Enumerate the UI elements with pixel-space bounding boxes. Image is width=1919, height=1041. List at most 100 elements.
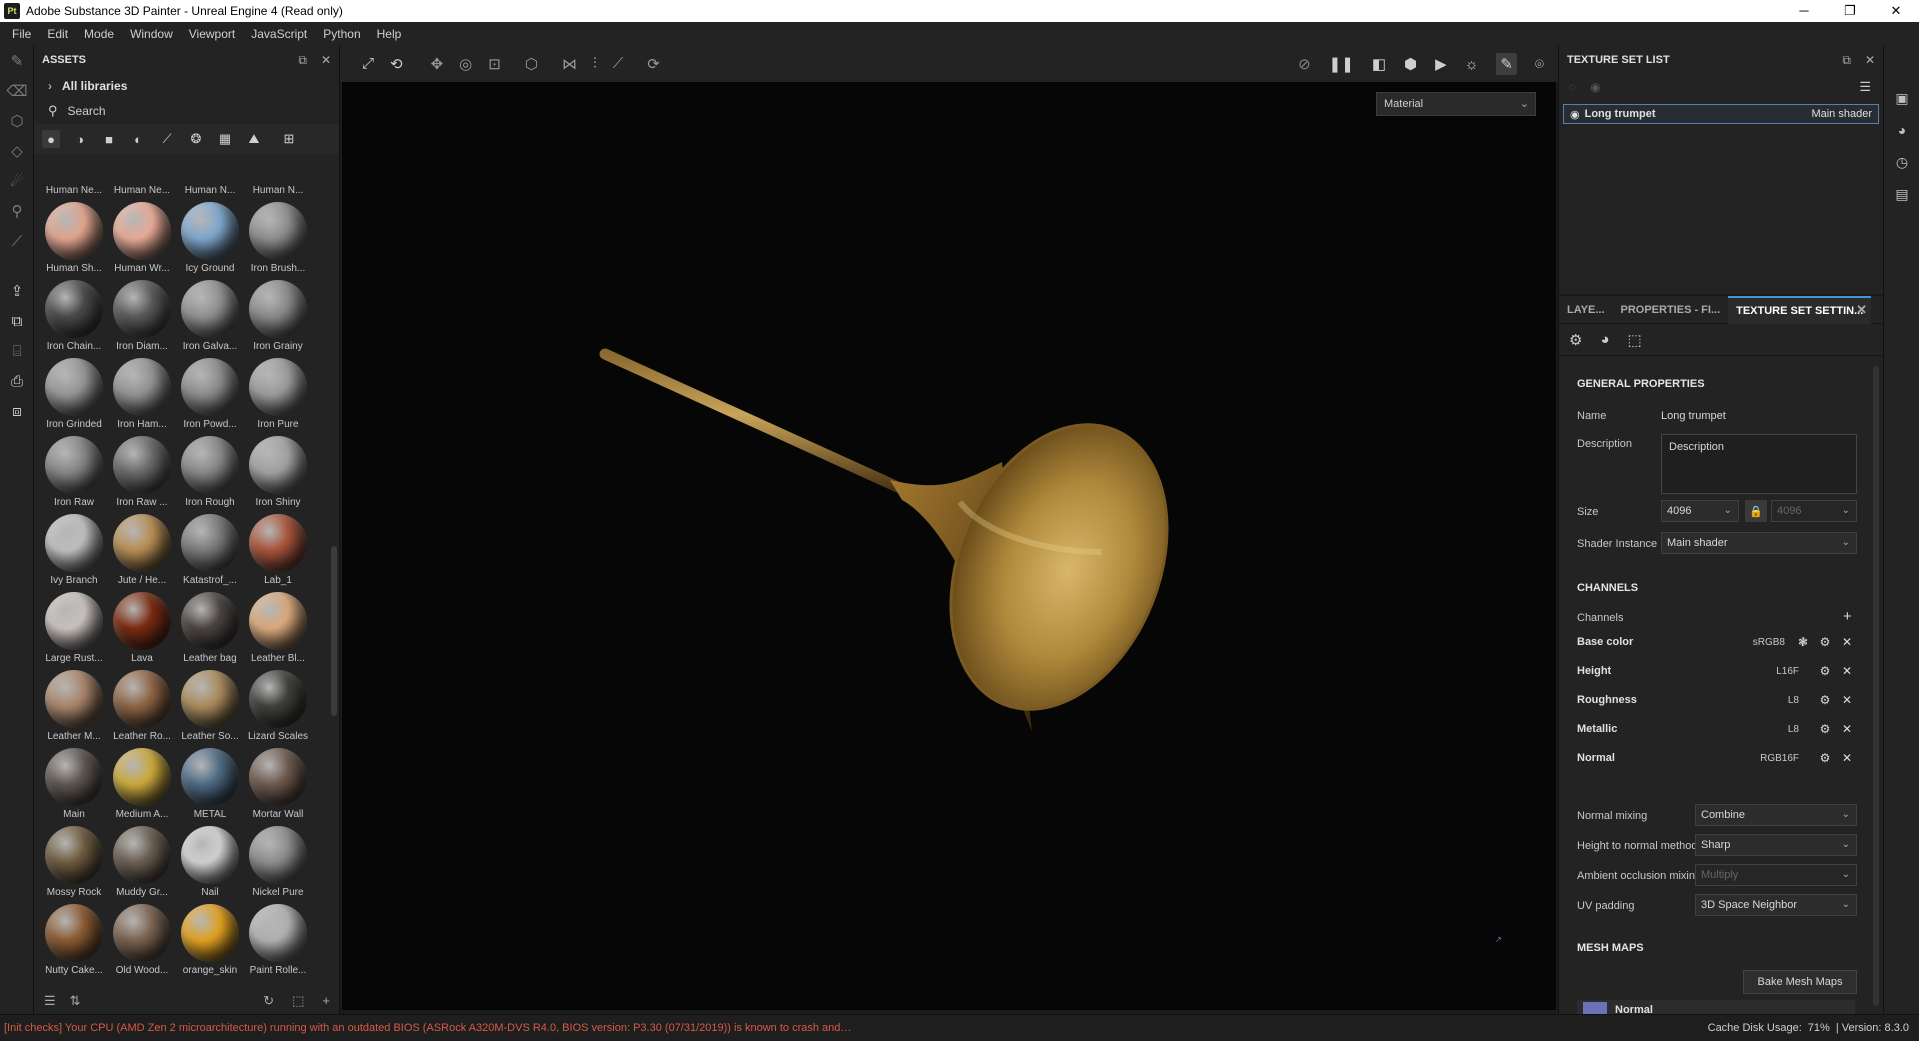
channel-format[interactable]: L8: [1788, 724, 1799, 735]
scale-icon[interactable]: ⊡: [488, 55, 501, 73]
comment-icon[interactable]: ▣: [1884, 82, 1919, 114]
asset-item[interactable]: Human N...: [176, 182, 244, 202]
asset-item[interactable]: Icy Ground: [176, 202, 244, 280]
channel-format[interactable]: sRGB8: [1753, 637, 1785, 648]
view-3d-icon[interactable]: ⬢: [1404, 55, 1417, 73]
remove-channel-icon[interactable]: ✕: [1839, 635, 1855, 649]
assets-search[interactable]: ⚲ Search: [34, 98, 339, 124]
rotate-icon[interactable]: ◎: [459, 55, 472, 73]
asset-item[interactable]: Iron Brush...: [244, 202, 312, 280]
menu-python[interactable]: Python: [315, 27, 368, 41]
search-input[interactable]: Search: [68, 104, 106, 118]
polygon-fill-tool-icon[interactable]: ◇: [0, 136, 34, 166]
asset-item[interactable]: Leather M...: [40, 670, 108, 748]
asset-item[interactable]: Iron Powd...: [176, 358, 244, 436]
baking-mode-icon[interactable]: ⧉: [0, 306, 34, 336]
menu-viewport[interactable]: Viewport: [181, 27, 243, 41]
asset-item[interactable]: Human N...: [244, 182, 312, 202]
close-tab-icon[interactable]: ✕: [1848, 296, 1875, 324]
mesh-icon[interactable]: ⌸: [0, 336, 34, 366]
texture-set-shader[interactable]: Main shader: [1811, 108, 1872, 120]
asset-item[interactable]: Nutty Cake...: [40, 904, 108, 982]
hide-icon[interactable]: ◌: [1569, 80, 1576, 94]
menu-mode[interactable]: Mode: [76, 27, 122, 41]
settings-icon[interactable]: ⚙: [1569, 331, 1582, 349]
tab-properties[interactable]: PROPERTIES - FI...: [1613, 296, 1729, 324]
gear-icon[interactable]: ⚙: [1817, 751, 1833, 765]
asset-item[interactable]: Iron Rough: [176, 436, 244, 514]
hide-ui-icon[interactable]: ⊘: [1298, 55, 1311, 73]
close-texture-set-list-icon[interactable]: ✕: [1865, 53, 1875, 67]
textures-filter-icon[interactable]: ▦: [216, 130, 234, 148]
normal-mixing-select[interactable]: Combine ⌄: [1695, 804, 1857, 826]
asset-item[interactable]: Mossy Rock: [40, 826, 108, 904]
shader-icon[interactable]: ◕: [1600, 331, 1609, 348]
asset-item[interactable]: Katastrof_...: [176, 514, 244, 592]
transform-icon[interactable]: ⤢: [362, 55, 374, 73]
asset-item[interactable]: METAL: [176, 748, 244, 826]
smart-masks-filter-icon[interactable]: ◐: [129, 130, 147, 148]
environments-filter-icon[interactable]: ⛰: [245, 130, 263, 148]
smudge-tool-icon[interactable]: ☄: [0, 166, 34, 196]
float-panel-icon[interactable]: ⧉: [298, 53, 307, 68]
brushes-filter-icon[interactable]: ⟋: [158, 130, 176, 148]
close-assets-icon[interactable]: ✕: [321, 53, 331, 67]
asset-item[interactable]: Lizard Scales: [244, 670, 312, 748]
cube-icon[interactable]: ⬡: [525, 55, 538, 73]
gear-icon[interactable]: ⚙: [1817, 693, 1833, 707]
asset-item[interactable]: Human Ne...: [40, 182, 108, 202]
asset-item[interactable]: Iron Raw ...: [108, 436, 176, 514]
gear-icon[interactable]: ⚙: [1817, 635, 1833, 649]
screenshot-icon[interactable]: ⌾: [1535, 56, 1544, 73]
asset-item[interactable]: Iron Galva...: [176, 280, 244, 358]
gear-icon[interactable]: ⚙: [1817, 664, 1833, 678]
camera-icon[interactable]: ▶: [1435, 55, 1447, 73]
float-panel-icon[interactable]: ⧉: [1842, 53, 1851, 68]
export-icon[interactable]: ⎙: [0, 366, 34, 396]
remove-channel-icon[interactable]: ✕: [1839, 664, 1855, 678]
asset-item[interactable]: Iron Chain...: [40, 280, 108, 358]
channel-row[interactable]: Roughness L8 ⚙ ✕: [1577, 688, 1855, 712]
description-field[interactable]: Description: [1661, 434, 1857, 494]
asset-item[interactable]: Iron Ham...: [108, 358, 176, 436]
paint-brush-tool-icon[interactable]: ✎: [0, 46, 34, 76]
uv-transform-icon[interactable]: ⟲: [390, 55, 403, 73]
lock-icon[interactable]: 🔒: [1745, 500, 1767, 522]
asset-item[interactable]: Leather bag: [176, 592, 244, 670]
refresh-icon[interactable]: ↻: [263, 993, 274, 1009]
stack-icon[interactable]: ⧈: [0, 396, 34, 426]
asset-item[interactable]: Leather Bl...: [244, 592, 312, 670]
visibility-eye-icon[interactable]: ◉: [1570, 108, 1580, 121]
asset-item[interactable]: Lava: [108, 592, 176, 670]
channel-row[interactable]: Metallic L8 ⚙ ✕: [1577, 717, 1855, 741]
asset-item[interactable]: Iron Diam...: [108, 280, 176, 358]
tab-layers[interactable]: LAYE...: [1559, 296, 1613, 324]
maximize-button[interactable]: ❐: [1827, 0, 1873, 22]
bake-mesh-maps-button[interactable]: Bake Mesh Maps: [1743, 970, 1857, 994]
asset-item[interactable]: Human Wr...: [108, 202, 176, 280]
bake-tool-icon[interactable]: ⇪: [0, 276, 34, 306]
align-icon[interactable]: ⫶: [593, 55, 597, 73]
asset-item[interactable]: Iron Grainy: [244, 280, 312, 358]
grid-view-icon[interactable]: ⊞: [280, 130, 298, 148]
asset-item[interactable]: Iron Shiny: [244, 436, 312, 514]
asset-item[interactable]: Human Sh...: [40, 202, 108, 280]
asset-item[interactable]: Mortar Wall: [244, 748, 312, 826]
sort-icon[interactable]: ⇅: [70, 993, 81, 1009]
clone-stamp-tool-icon[interactable]: ⚲: [0, 196, 34, 226]
list-view-icon[interactable]: ☰: [44, 993, 56, 1009]
asset-item[interactable]: Human Ne...: [108, 182, 176, 202]
minimize-button[interactable]: ─: [1781, 0, 1827, 22]
asset-item[interactable]: Medium A...: [108, 748, 176, 826]
asset-item[interactable]: orange_skin: [176, 904, 244, 982]
history-icon[interactable]: ◷: [1884, 146, 1919, 178]
asset-item[interactable]: Paint Rolle...: [244, 904, 312, 982]
shader-settings-icon[interactable]: ◕: [1884, 114, 1919, 146]
painting-mode-icon[interactable]: ✎: [1496, 53, 1517, 75]
remove-channel-icon[interactable]: ✕: [1839, 751, 1855, 765]
projection-tool-icon[interactable]: ⬡: [0, 106, 34, 136]
lighting-icon[interactable]: ☼: [1465, 56, 1479, 73]
asset-item[interactable]: Lab_1: [244, 514, 312, 592]
channel-row[interactable]: Height L16F ⚙ ✕: [1577, 659, 1855, 683]
materials-filter-icon[interactable]: ●: [42, 130, 60, 148]
